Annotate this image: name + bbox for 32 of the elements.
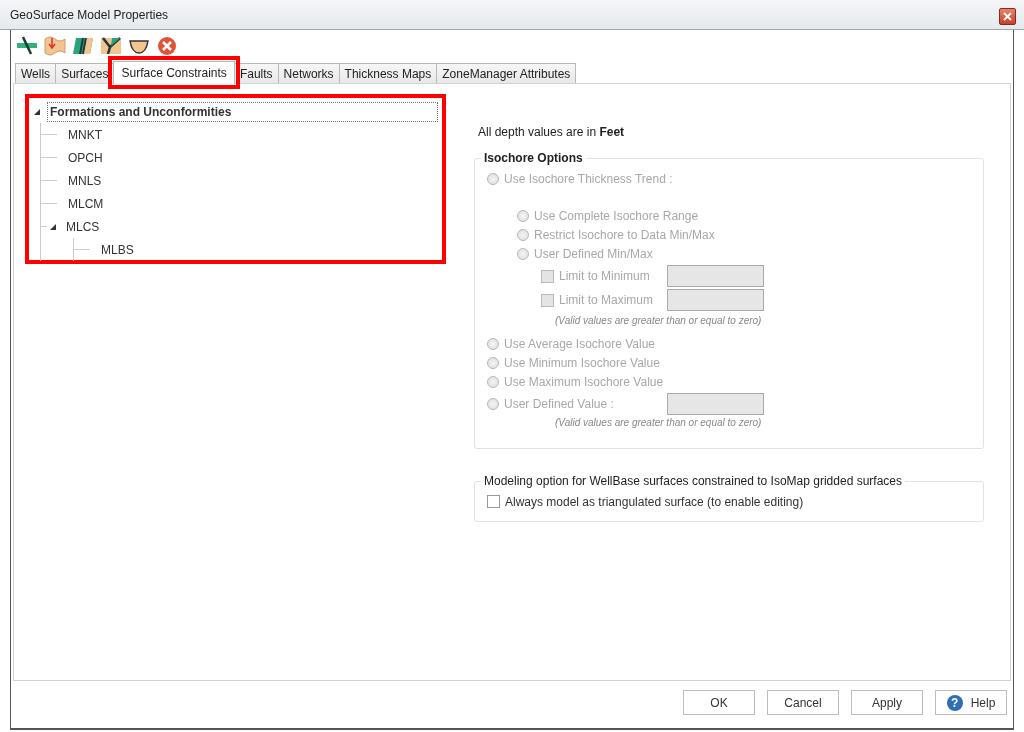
tab[interactable]: Networks: [277, 63, 340, 83]
dialog-button[interactable]: Apply: [851, 690, 923, 715]
group-title: Isochore Options: [483, 151, 584, 165]
tree-item[interactable]: Formations and Unconformities: [47, 101, 438, 122]
help-button[interactable]: ? Help: [935, 690, 1007, 715]
checkbox-option[interactable]: Always model as triangulated surface (to enable editing): [487, 492, 804, 511]
dialog-button[interactable]: Cancel: [767, 690, 839, 715]
expand-icon[interactable]: [49, 222, 57, 231]
hint-text: (Valid values are greater than or equal to zero): [554, 314, 763, 328]
group-title: Modeling option for WellBase surfaces constrained to IsoMap gridded surfaces: [483, 474, 903, 488]
tree-item[interactable]: MNKT: [65, 124, 105, 145]
v-shape-icon[interactable]: [100, 35, 122, 57]
tab[interactable]: Surfaces: [55, 63, 115, 83]
tab[interactable]: Thickness Maps: [338, 63, 438, 83]
expand-icon[interactable]: [33, 107, 41, 116]
hint-text: (Valid values are greater than or equal to zero): [554, 416, 763, 430]
close-icon[interactable]: [999, 8, 1016, 25]
map-icon[interactable]: [44, 35, 66, 57]
tree-item[interactable]: MNLS: [65, 170, 105, 191]
tree-item[interactable]: MLCS: [63, 216, 103, 237]
cancel-icon[interactable]: [156, 35, 178, 57]
dialog-button[interactable]: OK: [683, 690, 755, 715]
help-icon: ?: [946, 694, 963, 711]
window-title: GeoSurface Model Properties: [10, 7, 169, 22]
tree-item[interactable]: MLBS: [98, 239, 137, 260]
tree-item[interactable]: MLCM: [65, 193, 107, 214]
tab[interactable]: ZoneManager Attributes: [436, 63, 577, 83]
cross-line-icon[interactable]: [16, 35, 38, 57]
tree-item[interactable]: OPCH: [65, 147, 106, 168]
fault-block-icon[interactable]: [72, 35, 94, 57]
tab[interactable]: Wells: [15, 63, 57, 83]
units-note: All depth values are in Feet: [478, 125, 626, 139]
